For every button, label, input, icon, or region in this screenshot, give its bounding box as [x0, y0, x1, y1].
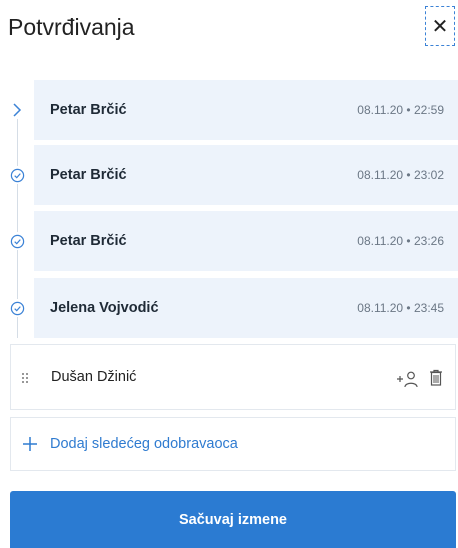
confirmation-row[interactable]: Jelena Vojvodić 08.11.20 • 23:45: [34, 278, 458, 338]
trash-icon[interactable]: [429, 369, 443, 386]
timeline-marker-1: [8, 101, 26, 119]
confirmation-datetime: 08.11.20 • 23:26: [357, 234, 444, 248]
save-button[interactable]: Sačuvaj izmene: [10, 491, 456, 548]
confirmation-row[interactable]: Petar Brčić 08.11.20 • 23:02: [34, 145, 458, 205]
confirmation-name: Petar Brčić: [50, 233, 127, 249]
plus-icon: [23, 437, 37, 451]
confirmation-name: Petar Brčić: [50, 102, 127, 118]
confirmation-row[interactable]: Petar Brčić 08.11.20 • 23:26: [34, 211, 458, 271]
confirmation-datetime: 08.11.20 • 23:45: [357, 301, 444, 315]
confirmation-datetime: 08.11.20 • 22:59: [357, 103, 444, 117]
page-title: Potvrđivanja: [8, 14, 135, 40]
chevron-right-icon: [13, 103, 22, 117]
confirmation-datetime: 08.11.20 • 23:02: [357, 168, 444, 182]
add-approver-label: Dodaj sledećeg odobravaoca: [50, 436, 238, 452]
approver-card: Dušan Džinić: [10, 344, 456, 410]
close-icon: ✕: [431, 15, 449, 38]
timeline-marker-2: [8, 166, 26, 184]
close-button[interactable]: ✕: [425, 6, 455, 46]
add-user-icon[interactable]: [396, 370, 420, 388]
confirmation-row[interactable]: Petar Brčić 08.11.20 • 22:59: [34, 80, 458, 140]
add-approver-button[interactable]: Dodaj sledećeg odobravaoca: [10, 417, 456, 471]
approver-name: Dušan Džinić: [51, 369, 137, 385]
drag-handle-icon[interactable]: [21, 372, 29, 384]
check-circle-icon: [10, 168, 24, 182]
timeline-marker-3: [8, 232, 26, 250]
confirmation-name: Petar Brčić: [50, 167, 127, 183]
confirmation-name: Jelena Vojvodić: [50, 300, 159, 316]
check-circle-icon: [10, 301, 24, 315]
check-circle-icon: [10, 234, 24, 248]
timeline-marker-4: [8, 299, 26, 317]
